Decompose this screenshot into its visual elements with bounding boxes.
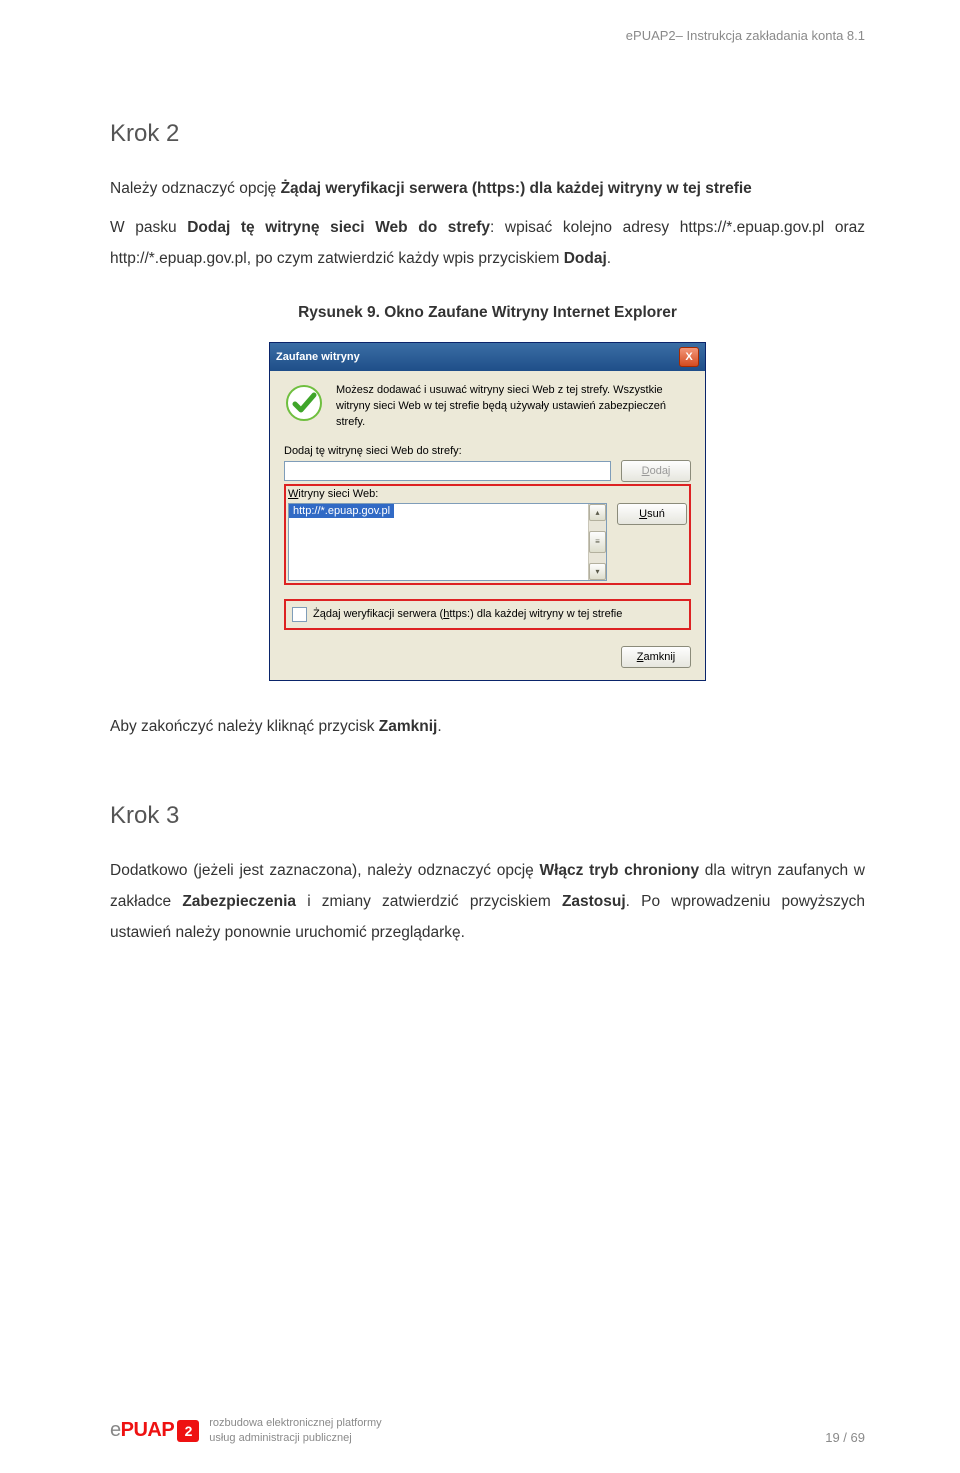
krok2-title: Krok 2 bbox=[110, 120, 865, 148]
krok2-p2a: W pasku bbox=[110, 219, 187, 236]
checkbox-icon[interactable] bbox=[292, 607, 307, 622]
add-button[interactable]: Dodaj bbox=[621, 460, 691, 482]
k3-e: i zmiany zatwierdzić przyciskiem bbox=[296, 893, 562, 910]
remove-btn-rest: suń bbox=[647, 508, 665, 520]
list-label-rest: itryny sieci Web: bbox=[298, 488, 378, 500]
add-site-label: Dodaj tę witrynę sieci Web do strefy: bbox=[284, 445, 691, 457]
after-a: Aby zakończyć należy kliknąć przycisk bbox=[110, 718, 379, 735]
close-btn-rest: amknij bbox=[643, 651, 675, 663]
after-b: Zamknij bbox=[379, 718, 438, 735]
footer-sub1: rozbudowa elektronicznej platformy bbox=[209, 1417, 381, 1429]
dialog-title: Zaufane witryny bbox=[276, 351, 360, 363]
krok2-p2b: Dodaj tę witrynę sieci Web do strefy bbox=[187, 219, 490, 236]
after-c: . bbox=[437, 718, 441, 735]
scroll-up-icon[interactable]: ▴ bbox=[589, 504, 606, 521]
require-https-checkbox-row[interactable]: Żądaj weryfikacji serwera (https:) dla k… bbox=[284, 599, 691, 630]
add-label-text: Dodaj tę witrynę sieci Web do strefy: bbox=[284, 445, 462, 457]
krok3-paragraph: Dodatkowo (jeżeli jest zaznaczona), nale… bbox=[110, 855, 865, 948]
krok3-title: Krok 3 bbox=[110, 802, 865, 830]
add-site-input[interactable] bbox=[284, 461, 611, 481]
add-btn-rest: odaj bbox=[650, 465, 671, 477]
krok2-p1a: Należy odznaczyć opcję bbox=[110, 180, 281, 197]
krok2-paragraph1: Należy odznaczyć opcję Żądaj weryfikacji… bbox=[110, 173, 865, 204]
k3-a: Dodatkowo (jeżeli jest zaznaczona), nale… bbox=[110, 862, 540, 879]
remove-btn-u: U bbox=[639, 508, 647, 520]
epuap-logo: ePUAP2 bbox=[110, 1419, 199, 1442]
scroll-thumb[interactable]: ≡ bbox=[589, 531, 606, 553]
header-text: ePUAP2– Instrukcja zakładania konta 8.1 bbox=[626, 28, 865, 43]
close-button[interactable]: Zamknij bbox=[621, 646, 691, 668]
scroll-down-icon[interactable]: ▾ bbox=[589, 563, 606, 580]
sites-list-label: Witryny sieci Web: bbox=[288, 488, 687, 500]
k3-f: Zastosuj bbox=[562, 893, 626, 910]
cb-pre: Żądaj weryfikacji serwera ( bbox=[313, 608, 443, 620]
krok2-p2d: Dodaj bbox=[564, 250, 607, 267]
trusted-sites-dialog: Zaufane witryny X Możesz dodawać i usuwa… bbox=[269, 342, 706, 681]
add-btn-u: D bbox=[642, 465, 650, 477]
checkmark-icon bbox=[284, 383, 324, 423]
figure-caption: Rysunek 9. Okno Zaufane Witryny Internet… bbox=[110, 304, 865, 322]
k3-b: Włącz tryb chroniony bbox=[540, 862, 700, 879]
page-number: 19 / 69 bbox=[825, 1430, 865, 1445]
krok2-paragraph2: W pasku Dodaj tę witrynę sieci Web do st… bbox=[110, 212, 865, 274]
after-image-text: Aby zakończyć należy kliknąć przycisk Za… bbox=[110, 711, 865, 742]
krok2-p2e: . bbox=[607, 250, 611, 267]
checkbox-label: Żądaj weryfikacji serwera (https:) dla k… bbox=[313, 608, 622, 620]
sites-listbox[interactable]: http://*.epuap.gov.pl ▴ ≡ ▾ bbox=[288, 503, 607, 581]
scrollbar[interactable]: ▴ ≡ ▾ bbox=[588, 504, 606, 580]
close-icon[interactable]: X bbox=[679, 347, 699, 367]
footer-subtitle: rozbudowa elektronicznej platformy usług… bbox=[209, 1416, 381, 1445]
remove-button[interactable]: Usuń bbox=[617, 503, 687, 525]
cb-rest: ttps:) dla każdej witryny w tej strefie bbox=[449, 608, 622, 620]
footer: ePUAP2 rozbudowa elektronicznej platform… bbox=[0, 1416, 960, 1445]
dialog-infotext: Możesz dodawać i usuwać witryny sieci We… bbox=[336, 383, 691, 431]
k3-d: Zabezpieczenia bbox=[182, 893, 296, 910]
krok2-p1b: Żądaj weryfikacji serwera (https:) dla k… bbox=[281, 180, 752, 197]
footer-sub2: usług administracji publicznej bbox=[209, 1432, 351, 1444]
logo-badge: 2 bbox=[177, 1420, 199, 1442]
dialog-titlebar[interactable]: Zaufane witryny X bbox=[270, 343, 705, 371]
list-label-u: W bbox=[288, 488, 298, 500]
list-item[interactable]: http://*.epuap.gov.pl bbox=[289, 504, 394, 518]
